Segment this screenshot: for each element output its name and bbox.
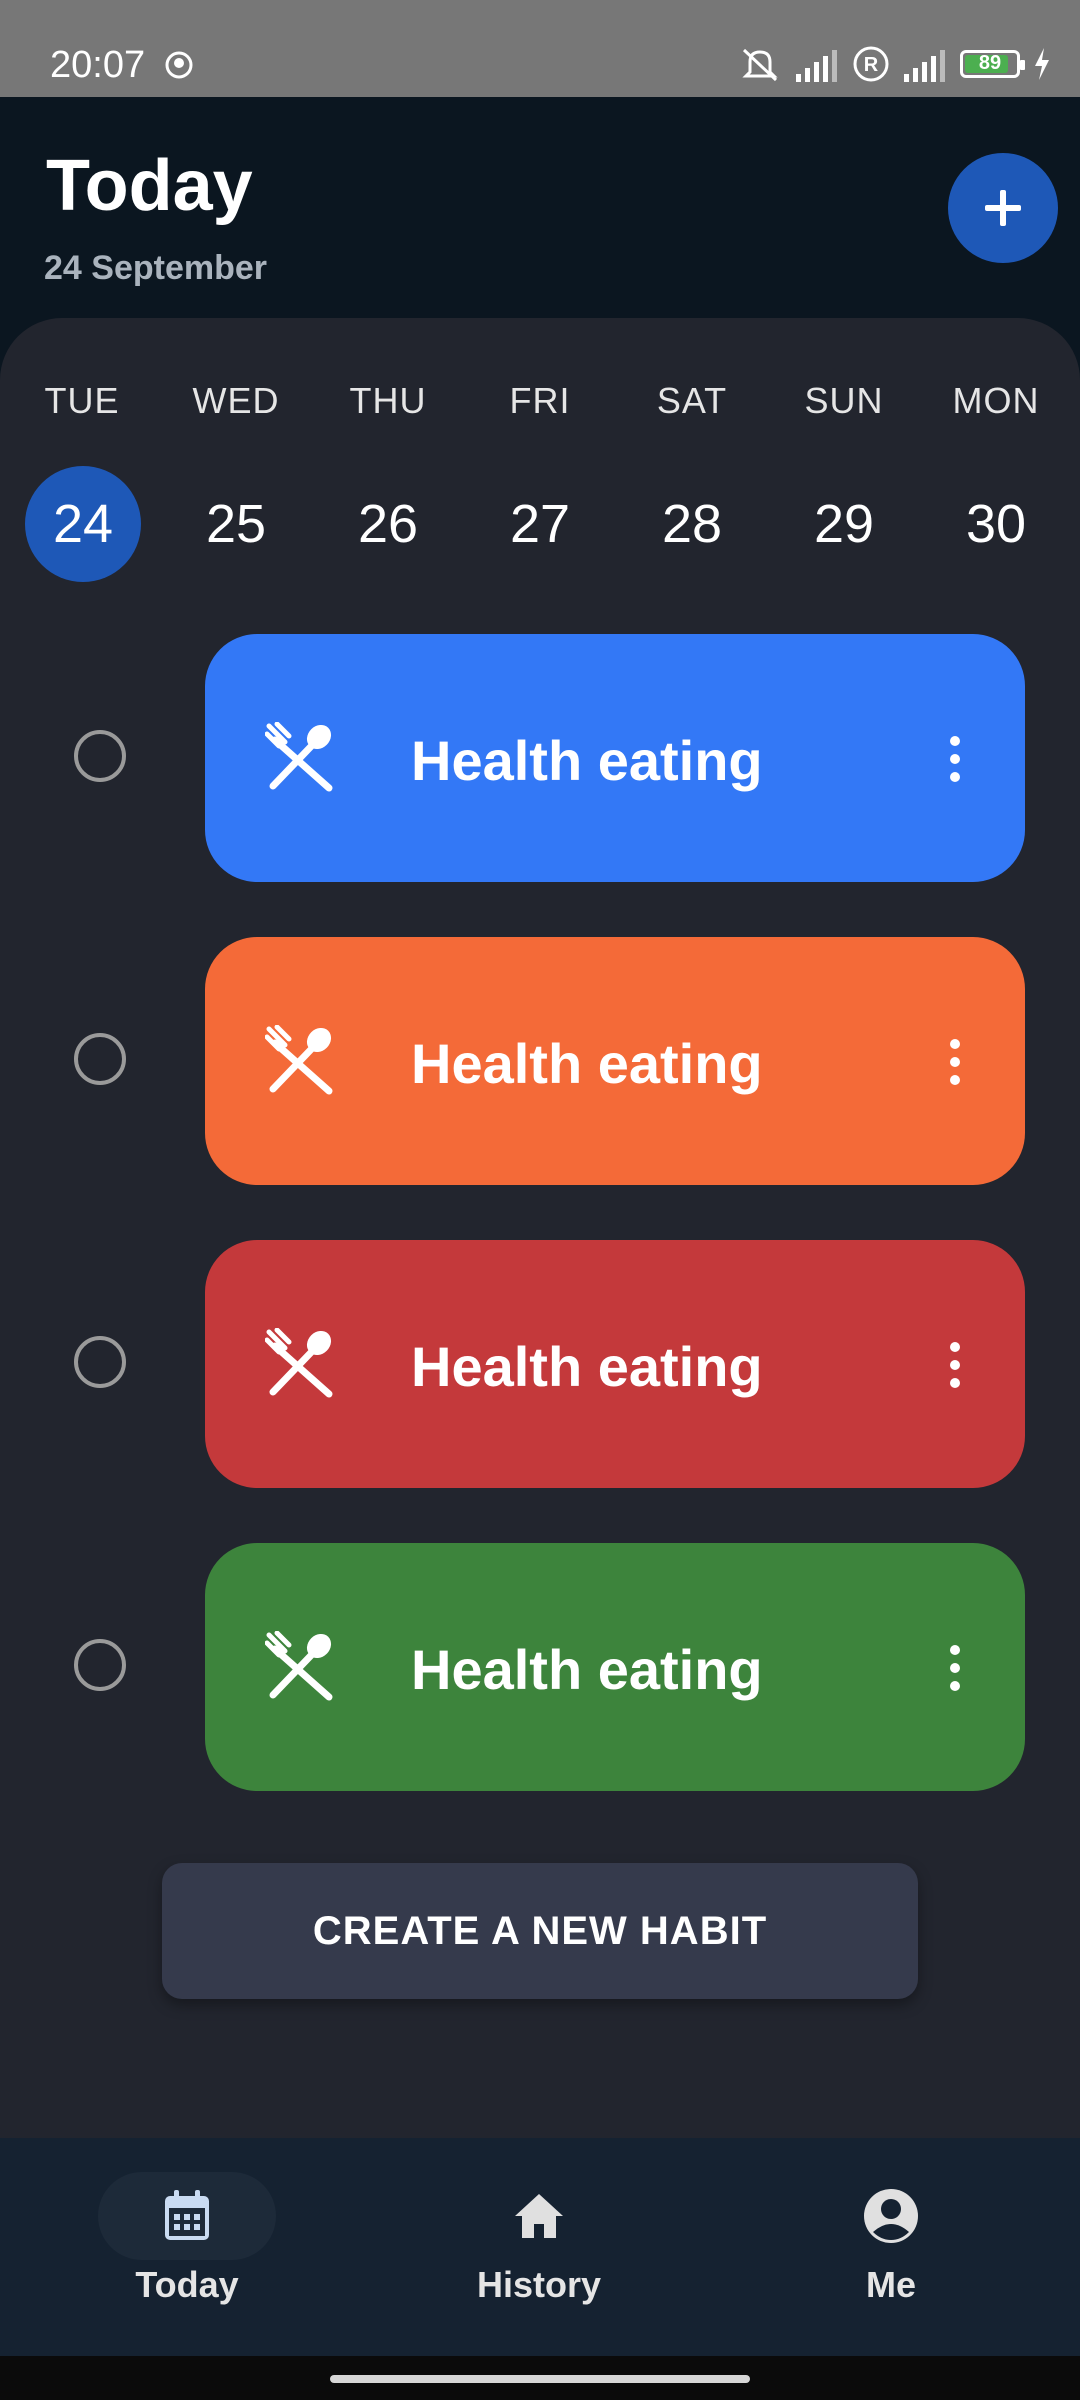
header: Today 24 September — [0, 97, 1080, 317]
charging-icon — [1035, 48, 1049, 80]
habit-label: Health eating — [411, 1335, 763, 1398]
habit-checkbox[interactable] — [74, 1033, 126, 1085]
date-item[interactable]: 28 — [634, 466, 750, 582]
home-icon — [515, 2194, 563, 2238]
page-title: Today — [46, 146, 253, 226]
signal-icon — [796, 50, 837, 82]
habit-label: Health eating — [411, 1032, 763, 1095]
fork-spoon-icon — [265, 1631, 333, 1701]
roaming-icon: R — [853, 46, 889, 82]
habit-card[interactable]: Health eating — [205, 1240, 1025, 1488]
habit-checkbox[interactable] — [74, 730, 126, 782]
date-item[interactable]: 29 — [786, 466, 902, 582]
habit-checkbox[interactable] — [74, 1336, 126, 1388]
habit-row: Health eating — [0, 634, 1080, 882]
habit-checkbox[interactable] — [74, 1639, 126, 1691]
habit-label: Health eating — [411, 729, 763, 792]
date-item[interactable]: 26 — [330, 466, 446, 582]
svg-text:R: R — [864, 54, 879, 76]
mute-icon — [742, 48, 778, 82]
nav-history[interactable]: History — [419, 2172, 659, 2306]
signal-icon — [904, 50, 945, 82]
habits-sheet: TUE WED THU FRI SAT SUN MON 24 25 26 27 … — [0, 318, 1080, 2138]
add-habit-button[interactable] — [948, 153, 1058, 263]
account-icon — [864, 2189, 918, 2243]
fork-spoon-icon — [265, 1328, 333, 1398]
more-options-icon[interactable] — [945, 1643, 965, 1693]
weekday-row: TUE WED THU FRI SAT SUN MON — [0, 380, 1080, 430]
battery-level: 89 — [978, 52, 1002, 74]
more-options-icon[interactable] — [945, 734, 965, 784]
habit-card[interactable]: Health eating — [205, 1543, 1025, 1791]
habit-row: Health eating — [0, 937, 1080, 1185]
status-time: 20:07 — [50, 44, 146, 86]
weekday-label: FRI — [509, 380, 571, 421]
date-selected[interactable]: 24 — [25, 466, 141, 582]
habit-row: Health eating — [0, 1543, 1080, 1791]
weekday-label: SUN — [804, 380, 884, 421]
battery-icon: 89 — [960, 50, 1025, 78]
fork-spoon-icon — [265, 1025, 333, 1095]
app-screen: 20:07 R 89 Today 24 September TUE WED TH… — [0, 0, 1080, 2400]
calendar-icon — [165, 2190, 209, 2240]
weekday-label: THU — [349, 380, 427, 421]
nav-label: Today — [135, 2264, 239, 2305]
date-item[interactable]: 25 — [178, 466, 294, 582]
bottom-nav: Today History Me — [0, 2138, 1080, 2356]
weekday-label: MON — [952, 380, 1040, 421]
date-item[interactable]: 30 — [938, 466, 1054, 582]
date-row: 24 25 26 27 28 29 30 — [0, 466, 1080, 588]
habit-label: Health eating — [411, 1638, 763, 1701]
create-habit-button[interactable]: CREATE A NEW HABIT — [162, 1863, 918, 1999]
gesture-bar — [0, 2356, 1080, 2400]
fork-spoon-icon — [265, 722, 333, 792]
date-item[interactable]: 27 — [482, 466, 598, 582]
weekday-label: SAT — [656, 380, 728, 421]
app-icon — [165, 51, 193, 79]
nav-label: Me — [865, 2264, 916, 2305]
status-icons: R 89 — [738, 44, 1052, 84]
habit-card[interactable]: Health eating — [205, 937, 1025, 1185]
nav-me[interactable]: Me — [771, 2172, 1011, 2306]
current-date: 24 September — [44, 249, 267, 287]
plus-icon — [985, 190, 1021, 226]
weekday-label: WED — [192, 380, 280, 421]
nav-today[interactable]: Today — [67, 2172, 307, 2306]
nav-label: History — [476, 2264, 602, 2305]
habit-row: Health eating — [0, 1240, 1080, 1488]
home-indicator[interactable] — [330, 2375, 750, 2383]
more-options-icon[interactable] — [945, 1340, 965, 1390]
more-options-icon[interactable] — [945, 1037, 965, 1087]
status-bar: 20:07 R 89 — [0, 0, 1080, 97]
habit-card[interactable]: Health eating — [205, 634, 1025, 882]
weekday-label: TUE — [44, 380, 120, 421]
